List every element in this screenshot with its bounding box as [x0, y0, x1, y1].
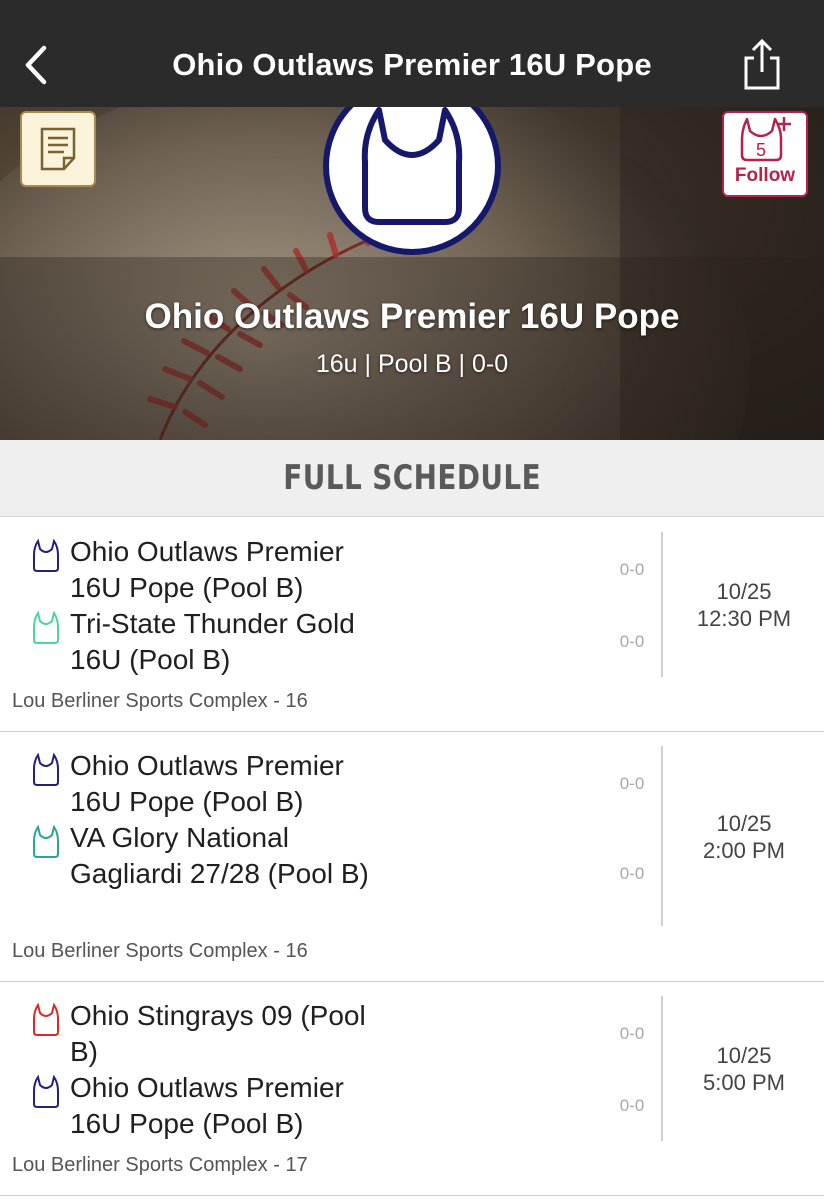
- game-team-away[interactable]: Ohio Outlaws Premier 16U Pope (Pool B): [32, 1070, 392, 1142]
- game-time: 5:00 PM: [703, 1070, 785, 1095]
- game-card[interactable]: Ohio Outlaws Premier 16U Pope (Pool B) 0…: [0, 518, 824, 732]
- team-score: 0-0: [619, 1024, 645, 1043]
- jersey-icon: [361, 107, 463, 225]
- schedule-header: FULL SCHEDULE: [0, 440, 824, 517]
- team-jersey-icon: [33, 611, 59, 644]
- team-name: Tri-State Thunder Gold 16U (Pool B): [70, 608, 355, 675]
- team-jersey-icon: [33, 1003, 59, 1036]
- team-jersey-icon: [33, 825, 59, 858]
- game-date: 10/25: [716, 579, 772, 604]
- notes-icon: [40, 127, 76, 171]
- share-icon: [744, 38, 780, 90]
- game-time: 2:00 PM: [703, 838, 785, 863]
- team-jersey-icon: [33, 1075, 59, 1108]
- team-name: Ohio Outlaws Premier 16U Pope (Pool B): [70, 1072, 344, 1139]
- column-divider: [661, 746, 663, 926]
- chevron-left-icon: [25, 45, 47, 85]
- game-datetime: 10/25 12:30 PM: [664, 578, 824, 632]
- game-team-home[interactable]: Ohio Stingrays 09 (Pool B): [32, 998, 392, 1070]
- team-name: Ohio Outlaws Premier 16U Pope (Pool B): [70, 750, 344, 817]
- follow-button[interactable]: 5 Follow: [722, 111, 808, 197]
- team-score: 0-0: [619, 560, 645, 579]
- team-name-heading: Ohio Outlaws Premier 16U Pope: [144, 297, 680, 336]
- notes-button[interactable]: [20, 111, 96, 187]
- back-button[interactable]: [18, 40, 58, 90]
- game-venue: Lou Berliner Sports Complex - 16: [12, 690, 308, 712]
- game-datetime: 10/25 5:00 PM: [664, 1042, 824, 1096]
- team-name: Ohio Outlaws Premier 16U Pope (Pool B): [70, 536, 344, 603]
- team-logo: [323, 107, 501, 255]
- game-team-away[interactable]: Tri-State Thunder Gold 16U (Pool B): [32, 606, 392, 678]
- team-jersey-icon: [33, 753, 59, 786]
- column-divider: [661, 532, 663, 677]
- game-card[interactable]: Ohio Stingrays 09 (Pool B) 0-0 Ohio Outl…: [0, 982, 824, 1196]
- game-card[interactable]: Ohio Outlaws Premier 16U Pope (Pool B) 0…: [0, 732, 824, 982]
- team-score: 0-0: [619, 864, 645, 883]
- game-team-away[interactable]: VA Glory National Gagliardi 27/28 (Pool …: [32, 820, 392, 892]
- game-time: 12:30 PM: [696, 606, 792, 631]
- jersey-plus-icon: 5: [740, 117, 791, 162]
- game-date: 10/25: [716, 811, 772, 836]
- page-title: Ohio Outlaws Premier 16U Pope: [172, 46, 652, 82]
- team-name: VA Glory National Gagliardi 27/28 (Pool …: [70, 822, 369, 889]
- game-date: 10/25: [716, 1043, 772, 1068]
- game-venue: Lou Berliner Sports Complex - 16: [12, 940, 308, 962]
- follow-label: Follow: [734, 165, 796, 186]
- team-score: 0-0: [619, 632, 645, 651]
- hero-overlay: [0, 257, 824, 440]
- share-button[interactable]: [740, 38, 784, 92]
- team-jersey-icon: [33, 539, 59, 572]
- team-name: Ohio Stingrays 09 (Pool B): [70, 1000, 366, 1067]
- game-datetime: 10/25 2:00 PM: [664, 810, 824, 864]
- team-score: 0-0: [619, 1096, 645, 1115]
- schedule-title: FULL SCHEDULE: [283, 458, 541, 498]
- follow-count: 5: [756, 140, 766, 160]
- game-team-home[interactable]: Ohio Outlaws Premier 16U Pope (Pool B): [32, 748, 392, 820]
- team-hero: 5 Follow Ohio Outlaws Premier 16U Pope 1…: [0, 107, 824, 440]
- nav-bar: Ohio Outlaws Premier 16U Pope: [0, 0, 824, 107]
- game-venue: Lou Berliner Sports Complex - 17: [12, 1154, 308, 1176]
- game-team-home[interactable]: Ohio Outlaws Premier 16U Pope (Pool B): [32, 534, 392, 606]
- team-score: 0-0: [619, 774, 645, 793]
- team-summary: 16u | Pool B | 0-0: [315, 350, 509, 378]
- column-divider: [661, 996, 663, 1141]
- team-logo-badge: [323, 107, 501, 255]
